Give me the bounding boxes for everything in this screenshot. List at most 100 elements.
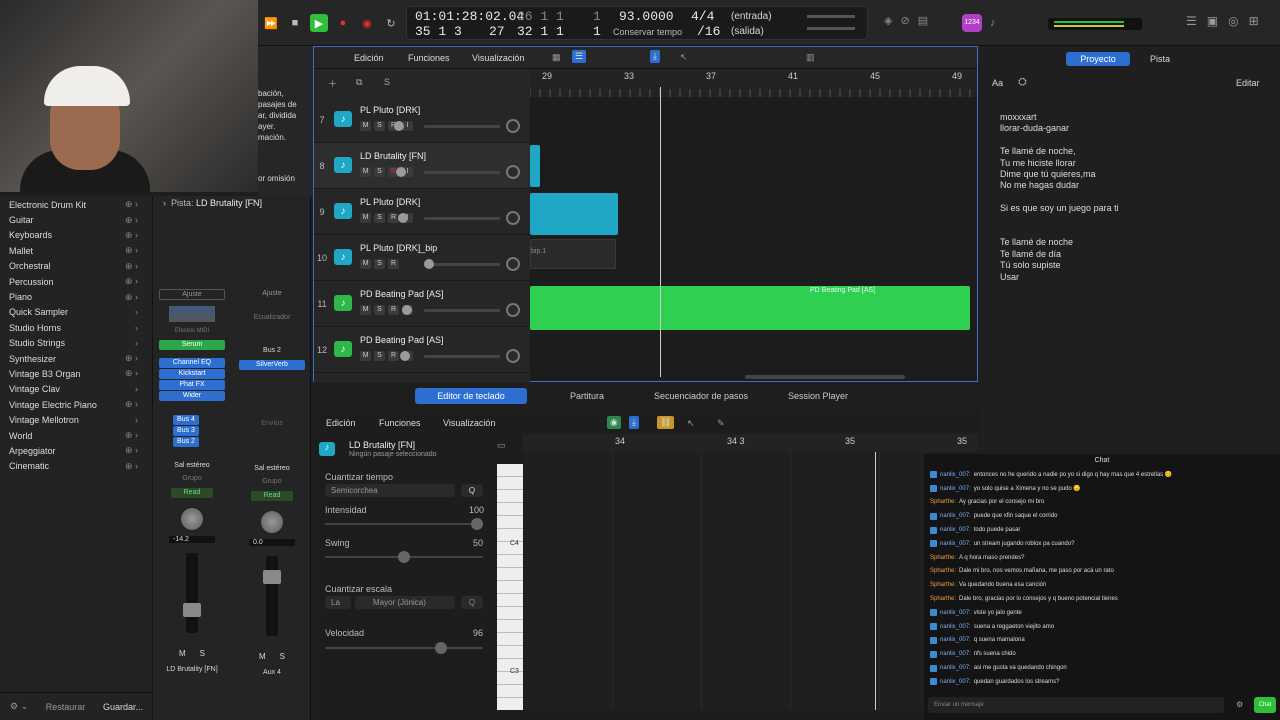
- track-volume-slider[interactable]: [398, 213, 500, 223]
- library-item[interactable]: Orchestral ⊕ ›: [0, 259, 152, 274]
- pan-knob[interactable]: [181, 508, 203, 530]
- edit-menu[interactable]: Edición: [354, 53, 384, 63]
- track-mute-button[interactable]: M: [360, 121, 371, 131]
- eq-thumbnail[interactable]: [169, 306, 215, 322]
- library-item[interactable]: Vintage Clav ›: [0, 382, 152, 397]
- send-slot-1[interactable]: Bus 4: [173, 415, 199, 425]
- track-record-button[interactable]: R: [388, 351, 399, 361]
- input-bus[interactable]: Bus 2: [235, 347, 309, 354]
- chat-username[interactable]: Spharthe:: [930, 555, 956, 561]
- setting-button[interactable]: Ajuste: [159, 289, 225, 300]
- library-item-controls[interactable]: ⊕ ›: [125, 245, 138, 256]
- aux-group-slot[interactable]: Grupo: [235, 478, 309, 485]
- library-item-controls[interactable]: ⊕ ›: [125, 230, 138, 241]
- library-item[interactable]: Studio Horns ›: [0, 320, 152, 335]
- track-name[interactable]: LD Brutality [FN]: [360, 151, 426, 161]
- inspector-header[interactable]: › Pista: LD Brutality [FN]: [153, 196, 310, 210]
- horizontal-scrollbar[interactable]: [745, 375, 905, 379]
- library-item-controls[interactable]: ⊕ ›: [125, 276, 138, 287]
- playhead[interactable]: [660, 87, 661, 377]
- mute-button[interactable]: M: [179, 649, 186, 658]
- track-mute-button[interactable]: M: [360, 305, 371, 315]
- tuner-icon[interactable]: ◈: [884, 14, 892, 27]
- list-icon[interactable]: ▤: [918, 14, 928, 27]
- track-volume-slider[interactable]: [424, 259, 500, 269]
- loops-icon[interactable]: ◎: [1228, 14, 1238, 28]
- track-solo-button[interactable]: S: [374, 259, 385, 269]
- library-item[interactable]: Guitar ⊕ ›: [0, 212, 152, 227]
- intensity-slider[interactable]: [325, 518, 483, 530]
- attachment-icon[interactable]: ⛭: [1018, 76, 1027, 89]
- track-mute-button[interactable]: M: [360, 351, 371, 361]
- track-instrument-icon[interactable]: ♪: [334, 111, 352, 127]
- notes-text[interactable]: moxxxart llorar-duda-ganar Te llamé de noc…: [1000, 112, 1119, 283]
- tab-step-sequencer[interactable]: Secuenciador de pasos: [643, 388, 759, 404]
- catch-icon[interactable]: ⤓: [650, 50, 660, 63]
- eq-label[interactable]: Ecualizador: [235, 314, 309, 321]
- swing-slider[interactable]: [325, 551, 483, 563]
- stop-icon[interactable]: ■: [286, 14, 304, 32]
- record-button[interactable]: ●: [334, 14, 352, 32]
- track-header[interactable]: 9♪PL Pluto [DRK]MSRI: [314, 189, 530, 235]
- aux-automation-mode[interactable]: Read: [251, 491, 293, 501]
- solo-button[interactable]: S: [200, 649, 205, 658]
- library-item-controls[interactable]: ⊕ ›: [125, 368, 138, 379]
- library-item-controls[interactable]: ⊕ ›: [125, 199, 138, 210]
- restore-button[interactable]: Restaurar: [46, 702, 86, 712]
- library-item-controls[interactable]: ⊕ ›: [125, 461, 138, 472]
- aux-output-slot[interactable]: Sal estéreo: [235, 465, 309, 472]
- solo-icon[interactable]: ⊘: [900, 14, 909, 27]
- tab-session-player[interactable]: Session Player: [775, 388, 861, 404]
- scale-quantize-button[interactable]: Q: [461, 596, 483, 609]
- waveform-zoom-icon[interactable]: ▥: [806, 52, 815, 63]
- automation-mode[interactable]: Read: [171, 488, 213, 498]
- tab-score[interactable]: Partitura: [543, 388, 631, 404]
- output-slot[interactable]: Sal estéreo: [155, 462, 229, 469]
- library-item[interactable]: Piano ⊕ ›: [0, 289, 152, 304]
- send-slot-2[interactable]: Bus 3: [173, 426, 199, 436]
- library-item[interactable]: Quick Sampler ›: [0, 305, 152, 320]
- duplicate-track-icon[interactable]: ⧉: [356, 77, 362, 88]
- track-volume-slider[interactable]: [396, 167, 500, 177]
- track-volume-slider[interactable]: [402, 305, 500, 315]
- track-instrument-icon[interactable]: ♪: [334, 295, 352, 311]
- track-name[interactable]: PD Beating Pad [AS]: [360, 335, 444, 345]
- track-solo-button[interactable]: S: [374, 167, 385, 177]
- send-slot-3[interactable]: Bus 2: [173, 437, 199, 447]
- pr-playhead[interactable]: [875, 452, 876, 710]
- collapse-icon[interactable]: ◉: [607, 416, 621, 429]
- track-record-button[interactable]: R: [388, 305, 399, 315]
- fast-forward-icon[interactable]: ⏩: [262, 14, 280, 32]
- plugin-slot-2[interactable]: Kickstart: [159, 369, 225, 379]
- disclosure-icon[interactable]: ›: [163, 198, 166, 208]
- library-item-controls[interactable]: ⊕ ›: [125, 215, 138, 226]
- velocity-slider[interactable]: [325, 642, 483, 654]
- track-pan-knob[interactable]: [506, 119, 520, 133]
- pr-catch-icon[interactable]: ⤓: [629, 416, 639, 429]
- chat-settings-icon[interactable]: ⚙: [1236, 700, 1243, 709]
- track-name[interactable]: PL Pluto [DRK]_bip: [360, 243, 437, 253]
- region-beating-pad[interactable]: PD Beating Pad [AS]: [530, 286, 970, 330]
- save-button[interactable]: Guardar...: [103, 702, 143, 712]
- lcd-display[interactable]: 01:01:28:02.04 26 1 1 1 35 1 3 27 32 1 1…: [406, 6, 868, 40]
- font-button[interactable]: Aa: [992, 78, 1003, 88]
- pr-edit-menu[interactable]: Edición: [326, 418, 356, 428]
- track-header[interactable]: 10 ♪ PL Pluto [DRK]_bip M S R: [314, 235, 530, 281]
- track-instrument-icon[interactable]: ♪: [334, 157, 352, 173]
- library-item[interactable]: Cinematic ⊕ ›: [0, 459, 152, 474]
- track-solo-button[interactable]: S: [374, 121, 385, 131]
- pr-functions-menu[interactable]: Funciones: [379, 418, 421, 428]
- library-item[interactable]: Vintage Electric Piano ⊕ ›: [0, 397, 152, 412]
- chat-username[interactable]: nanlix_007:: [940, 651, 971, 657]
- count-in-badge[interactable]: 1234: [962, 14, 982, 32]
- solo-tracks-button[interactable]: S: [384, 77, 390, 87]
- track-volume-slider[interactable]: [400, 351, 500, 361]
- track-record-button[interactable]: R: [388, 259, 399, 269]
- track-mute-button[interactable]: M: [360, 213, 371, 223]
- plugin-slot-1[interactable]: Channel EQ: [159, 358, 225, 368]
- library-item[interactable]: Vintage B3 Organ ⊕ ›: [0, 366, 152, 381]
- track-instrument-icon[interactable]: ♪: [334, 249, 352, 265]
- track-pan-knob[interactable]: [506, 211, 520, 225]
- pr-ruler[interactable]: 34 34 3 35 35: [523, 434, 978, 452]
- chat-username[interactable]: nanlix_007:: [940, 472, 971, 478]
